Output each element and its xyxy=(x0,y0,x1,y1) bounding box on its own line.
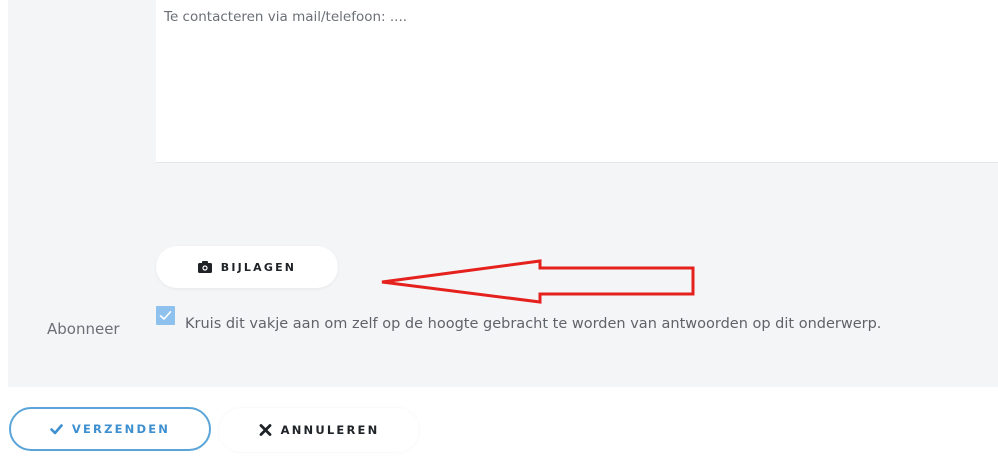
attachments-label: BIJLAGEN xyxy=(220,260,297,274)
subscribe-checkbox-text: Kruis dit vakje aan om zelf op de hoogte… xyxy=(185,316,882,332)
subscribe-checkbox[interactable] xyxy=(156,306,175,325)
arrow-left-icon xyxy=(381,259,695,304)
message-textarea[interactable]: Te contacteren via mail/telefoon: .... xyxy=(156,0,998,163)
subscribe-label: Abonneer xyxy=(47,320,120,338)
checkmark-icon xyxy=(159,311,172,320)
close-icon xyxy=(259,424,271,436)
attachments-button[interactable]: BIJLAGEN xyxy=(156,246,338,288)
reply-form-screen: Te contacteren via mail/telefoon: .... B… xyxy=(0,0,998,456)
checkmark-icon xyxy=(50,424,63,435)
camera-icon xyxy=(197,261,212,273)
cancel-label: ANNULEREN xyxy=(280,423,380,437)
submit-label: VERZENDEN xyxy=(71,422,171,436)
cancel-button[interactable]: ANNULEREN xyxy=(219,408,419,452)
submit-button[interactable]: VERZENDEN xyxy=(9,407,211,451)
